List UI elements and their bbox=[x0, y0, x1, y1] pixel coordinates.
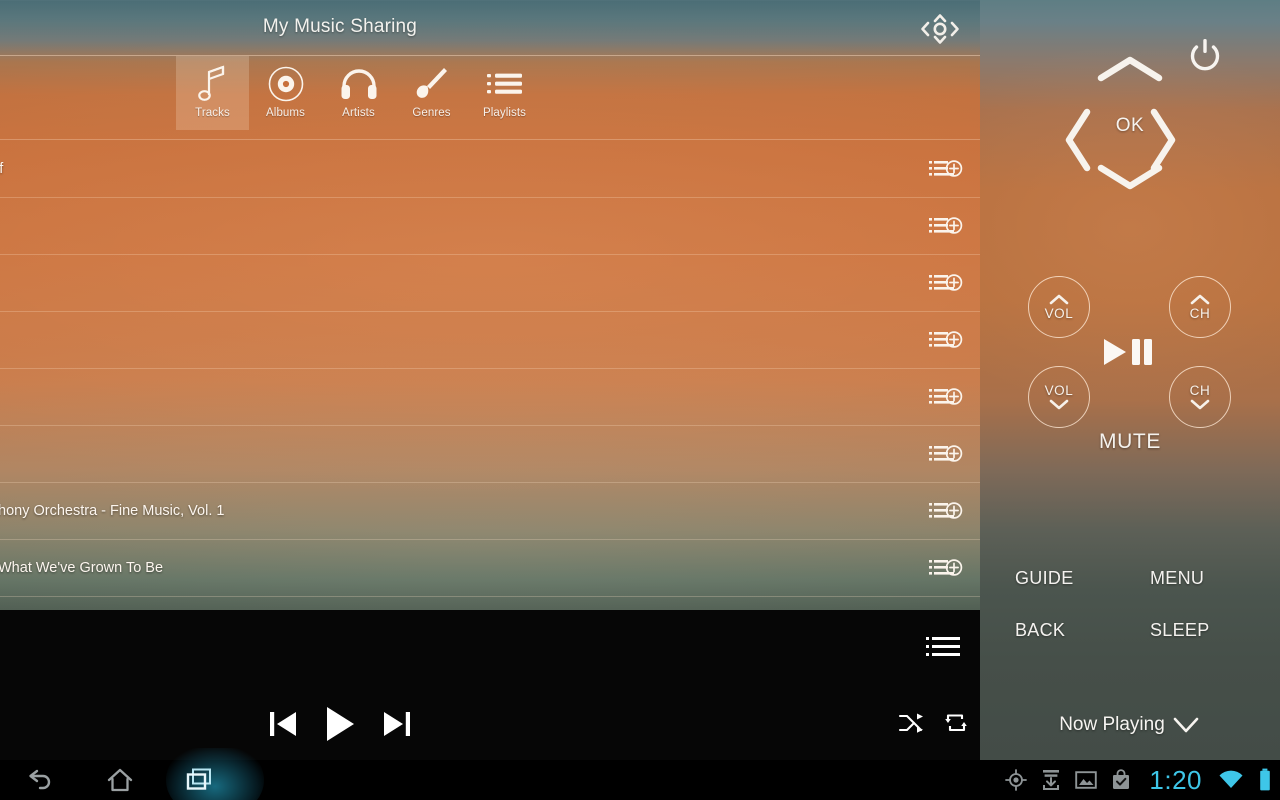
dpad-nav-icon[interactable] bbox=[912, 8, 968, 50]
tab-tracks[interactable]: Tracks bbox=[176, 56, 249, 130]
tab-playlists[interactable]: Playlists bbox=[468, 56, 541, 130]
shuffle-icon[interactable] bbox=[898, 712, 924, 739]
music-sharing-app: My Music Sharing Tracks Albums Artists G… bbox=[0, 0, 980, 760]
tab-label: Artists bbox=[342, 107, 375, 119]
guide-button[interactable]: GUIDE bbox=[1015, 568, 1074, 589]
track-title: What We've Grown To Be bbox=[0, 560, 164, 576]
play-pause-icon[interactable] bbox=[1102, 336, 1158, 373]
transport-controls bbox=[0, 705, 680, 743]
download-icon bbox=[1041, 769, 1061, 791]
location-icon bbox=[1005, 769, 1028, 791]
hamburger-menu-icon[interactable] bbox=[926, 635, 960, 664]
guitar-icon bbox=[414, 62, 450, 106]
shopping-bag-icon bbox=[1111, 769, 1131, 791]
disc-icon bbox=[267, 62, 305, 106]
chevron-up-icon bbox=[1049, 294, 1069, 305]
channel-up-button[interactable]: CH bbox=[1169, 276, 1231, 338]
table-row[interactable] bbox=[0, 255, 980, 312]
headphones-icon bbox=[339, 62, 379, 106]
dpad-left-button[interactable] bbox=[1061, 104, 1095, 181]
now-playing-button[interactable]: Now Playing bbox=[980, 714, 1280, 736]
wifi-icon bbox=[1218, 769, 1244, 791]
page-title: My Music Sharing bbox=[262, 16, 418, 37]
repeat-icon[interactable] bbox=[944, 712, 968, 739]
add-to-playlist-icon[interactable] bbox=[929, 158, 963, 180]
add-to-playlist-icon[interactable] bbox=[929, 557, 963, 579]
chevron-down-icon bbox=[1173, 717, 1199, 733]
table-row[interactable] bbox=[0, 312, 980, 369]
track-title: hony Orchestra - Fine Music, Vol. 1 bbox=[0, 503, 225, 519]
channel-down-label: CH bbox=[1189, 383, 1211, 398]
image-icon bbox=[1075, 770, 1098, 790]
table-row[interactable] bbox=[0, 198, 980, 255]
tab-label: Playlists bbox=[482, 107, 527, 119]
status-clock: 1:20 bbox=[1149, 764, 1202, 795]
screen-root: My Music Sharing Tracks Albums Artists G… bbox=[0, 0, 1280, 800]
recent-apps-icon[interactable] bbox=[160, 748, 264, 800]
channel-up-label: CH bbox=[1189, 306, 1211, 321]
status-area: 1:20 bbox=[1005, 760, 1272, 800]
tab-label: Tracks bbox=[195, 107, 230, 119]
menu-button[interactable]: MENU bbox=[1150, 568, 1204, 589]
add-to-playlist-icon[interactable] bbox=[929, 386, 963, 408]
table-row[interactable]: lf bbox=[0, 141, 980, 198]
dpad-up-button[interactable] bbox=[1091, 52, 1169, 91]
android-system-bar: 1:20 bbox=[0, 748, 1280, 800]
skip-next-icon[interactable] bbox=[382, 708, 412, 740]
play-icon[interactable] bbox=[324, 705, 356, 743]
chevron-down-icon bbox=[1049, 399, 1069, 410]
add-to-playlist-icon[interactable] bbox=[929, 329, 963, 351]
table-row[interactable]: hony Orchestra - Fine Music, Vol. 1 bbox=[0, 483, 980, 540]
add-to-playlist-icon[interactable] bbox=[929, 215, 963, 237]
volume-down-label: VOL bbox=[1044, 383, 1074, 398]
add-to-playlist-icon[interactable] bbox=[929, 500, 963, 522]
tv-remote-panel: OK VOL VOL CH CH MUTE GUIDE MENU BACK SL… bbox=[980, 0, 1280, 760]
table-row[interactable] bbox=[0, 369, 980, 426]
channel-down-button[interactable]: CH bbox=[1169, 366, 1231, 428]
volume-up-label: VOL bbox=[1044, 306, 1074, 321]
volume-up-button[interactable]: VOL bbox=[1028, 276, 1090, 338]
table-row[interactable]: What We've Grown To Be bbox=[0, 540, 980, 597]
app-title-bar: My Music Sharing bbox=[0, 0, 980, 56]
battery-icon bbox=[1258, 768, 1272, 792]
now-playing-label: Now Playing bbox=[1059, 714, 1165, 735]
player-bar bbox=[0, 610, 980, 760]
sleep-button[interactable]: SLEEP bbox=[1150, 620, 1210, 641]
mute-button[interactable]: MUTE bbox=[980, 430, 1280, 454]
add-to-playlist-icon[interactable] bbox=[929, 443, 963, 465]
navigation-buttons bbox=[0, 748, 264, 800]
chevron-down-icon bbox=[1190, 399, 1210, 410]
tab-albums[interactable]: Albums bbox=[249, 56, 322, 130]
tab-genres[interactable]: Genres bbox=[395, 56, 468, 130]
category-tab-bar: Tracks Albums Artists Genres Playlists bbox=[0, 56, 980, 140]
track-list: lf bbox=[0, 141, 980, 610]
power-icon[interactable] bbox=[1188, 38, 1222, 79]
skip-previous-icon[interactable] bbox=[268, 708, 298, 740]
add-to-playlist-icon[interactable] bbox=[929, 272, 963, 294]
back-button[interactable]: BACK bbox=[1015, 620, 1065, 641]
home-icon[interactable] bbox=[80, 760, 160, 800]
table-row[interactable] bbox=[0, 426, 980, 483]
tab-label: Genres bbox=[412, 107, 451, 119]
back-arrow-icon[interactable] bbox=[0, 760, 80, 800]
dpad-ok-button[interactable]: OK bbox=[1092, 112, 1168, 140]
chevron-up-icon bbox=[1190, 294, 1210, 305]
volume-down-button[interactable]: VOL bbox=[1028, 366, 1090, 428]
music-note-icon bbox=[196, 62, 230, 106]
tab-label: Albums bbox=[266, 107, 305, 119]
tab-artists[interactable]: Artists bbox=[322, 56, 395, 130]
list-icon bbox=[485, 62, 525, 106]
track-title: lf bbox=[0, 161, 4, 177]
